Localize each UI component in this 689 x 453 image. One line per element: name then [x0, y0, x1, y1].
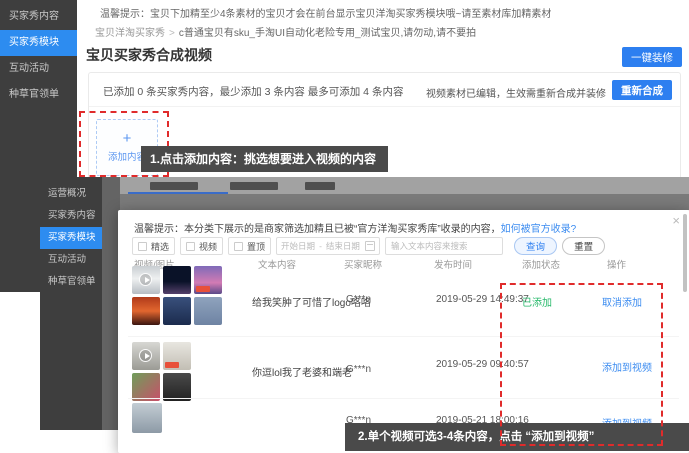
- added-count-text: 已添加 0 条买家秀内容，最少添加 3 条内容 最多可添加 4 条内容: [103, 84, 403, 99]
- image-thumbnail[interactable]: [163, 373, 191, 401]
- checkbox-icon[interactable]: [234, 242, 243, 251]
- background-tab-1: [150, 182, 198, 190]
- video-thumbnail[interactable]: [132, 266, 160, 294]
- image-thumbnail[interactable]: [194, 297, 222, 325]
- guide-highlight-rect-2: [500, 283, 663, 446]
- reset-button[interactable]: 重置: [562, 237, 605, 255]
- date-separator: -: [319, 241, 322, 251]
- image-thumbnail[interactable]: [163, 297, 191, 325]
- background-tab-3: [305, 182, 335, 190]
- table-row-2-thumbnails: [132, 342, 191, 401]
- checkbox-icon[interactable]: [186, 242, 195, 251]
- official-include-link[interactable]: 如何被官方收录?: [501, 224, 577, 235]
- calendar-icon: [365, 241, 375, 251]
- modal-tip-text: 温馨提示：本分类下展示的是商家筛选加精且已被“官方洋淘买家秀库”收录的内容，: [134, 224, 501, 235]
- image-thumbnail[interactable]: [163, 342, 191, 370]
- filter-label: 置顶: [247, 240, 265, 253]
- page-title: 宝贝买家秀合成视频: [86, 45, 212, 65]
- filter-checkbox-video[interactable]: 视频: [180, 237, 223, 255]
- w2-sidebar-item-buyer-show-module[interactable]: 买家秀模块: [40, 227, 102, 249]
- guide-tooltip-1: 1.点击添加内容：挑选想要进入视频的内容: [141, 146, 388, 172]
- modal-tip: 温馨提示：本分类下展示的是商家筛选加精且已被“官方洋淘买家秀库”收录的内容，如何…: [134, 220, 576, 235]
- play-icon: [139, 349, 152, 362]
- close-icon[interactable]: ×: [672, 213, 680, 228]
- column-header-nickname: 买家昵称: [344, 257, 382, 271]
- compose-card-header: 已添加 0 条买家秀内容，最少添加 3 条内容 最多可添加 4 条内容 视频素材…: [89, 73, 680, 107]
- modal-backdrop-strip: [120, 177, 689, 210]
- filter-row: 精选 视频 置顶 开始日期 - 结束日期 查询 重置: [132, 237, 605, 255]
- row-1-nickname: G***n: [346, 294, 371, 305]
- column-header-time: 发布时间: [434, 257, 472, 271]
- breadcrumb: 宝贝洋淘买家秀 > c普通宝贝有sku_手淘UI自动化老险专用_测试宝贝,请勿动,请…: [95, 24, 476, 39]
- w1-sidebar-item-grass-official[interactable]: 种草官领单: [0, 82, 77, 108]
- w1-sidebar-item-buyer-show-content[interactable]: 买家秀内容: [0, 4, 77, 30]
- image-thumbnail[interactable]: [132, 297, 160, 325]
- search-input[interactable]: [385, 237, 503, 255]
- table-row-3-thumbnails: [132, 403, 162, 433]
- w2-sidebar-item-operation-overview[interactable]: 运营概况: [40, 183, 102, 205]
- w2-sidebar-item-interactive-activity[interactable]: 互动活动: [40, 249, 102, 271]
- column-header-text: 文本内容: [258, 257, 296, 271]
- image-thumbnail[interactable]: [194, 266, 222, 294]
- w2-sidebar-item-buyer-show-content[interactable]: 买家秀内容: [40, 205, 102, 227]
- video-thumbnail[interactable]: [132, 342, 160, 370]
- row-2-text: 你逗lol我了老婆和端老: [252, 364, 352, 379]
- w1-sidebar-item-interactive-activity[interactable]: 互动活动: [0, 56, 77, 82]
- tag-badge: [165, 362, 179, 368]
- date-range-input[interactable]: 开始日期 - 结束日期: [276, 237, 380, 255]
- breadcrumb-separator: >: [169, 28, 175, 39]
- image-thumbnail[interactable]: [163, 266, 191, 294]
- w1-tip-text: 温馨提示：宝贝下加精至少4条素材的宝贝才会在前台显示宝贝洋淘买家秀模块哦~请至素…: [100, 5, 551, 20]
- w1-sidebar-item-buyer-show-module[interactable]: 买家秀模块: [0, 30, 77, 56]
- checkbox-icon[interactable]: [138, 242, 147, 251]
- breadcrumb-current: c普通宝贝有sku_手淘UI自动化老险专用_测试宝贝,请勿动,请不要拍: [179, 28, 476, 39]
- image-thumbnail[interactable]: [132, 373, 160, 401]
- w2-sidebar: 运营概况 买家秀内容 买家秀模块 互动活动 种草官领单: [40, 177, 102, 430]
- query-button[interactable]: 查询: [514, 237, 557, 255]
- modal-scrollbar[interactable]: [683, 214, 687, 292]
- filter-checkbox-featured[interactable]: 精选: [132, 237, 175, 255]
- background-tab-2: [230, 182, 278, 190]
- date-start-placeholder: 开始日期: [281, 240, 315, 252]
- recompose-button[interactable]: 重新合成: [612, 80, 672, 100]
- image-thumbnail[interactable]: [132, 403, 162, 433]
- filter-label: 精选: [151, 240, 169, 253]
- play-icon: [139, 273, 152, 286]
- date-end-placeholder: 结束日期: [326, 240, 360, 252]
- edit-status-text: 视频素材已编辑，生效需重新合成并装修: [426, 85, 606, 100]
- background-tabs: [120, 177, 689, 194]
- column-header-status: 添加状态: [522, 257, 560, 271]
- filter-label: 视频: [199, 240, 217, 253]
- column-header-action: 操作: [607, 257, 626, 271]
- w2-sidebar-item-grass-official[interactable]: 种草官领单: [40, 271, 102, 293]
- active-tab-underline: [128, 192, 228, 194]
- one-click-decorate-button[interactable]: 一键装修: [622, 47, 682, 67]
- tag-badge: [196, 286, 210, 292]
- row-2-nickname: G***n: [346, 364, 371, 375]
- filter-checkbox-pinned[interactable]: 置顶: [228, 237, 271, 255]
- app-root: 温馨提示：宝贝下加精至少4条素材的宝贝才会在前台显示宝贝洋淘买家秀模块哦~请至素…: [0, 0, 689, 453]
- table-row-1-thumbnails: [132, 266, 222, 325]
- breadcrumb-root[interactable]: 宝贝洋淘买家秀: [95, 28, 165, 39]
